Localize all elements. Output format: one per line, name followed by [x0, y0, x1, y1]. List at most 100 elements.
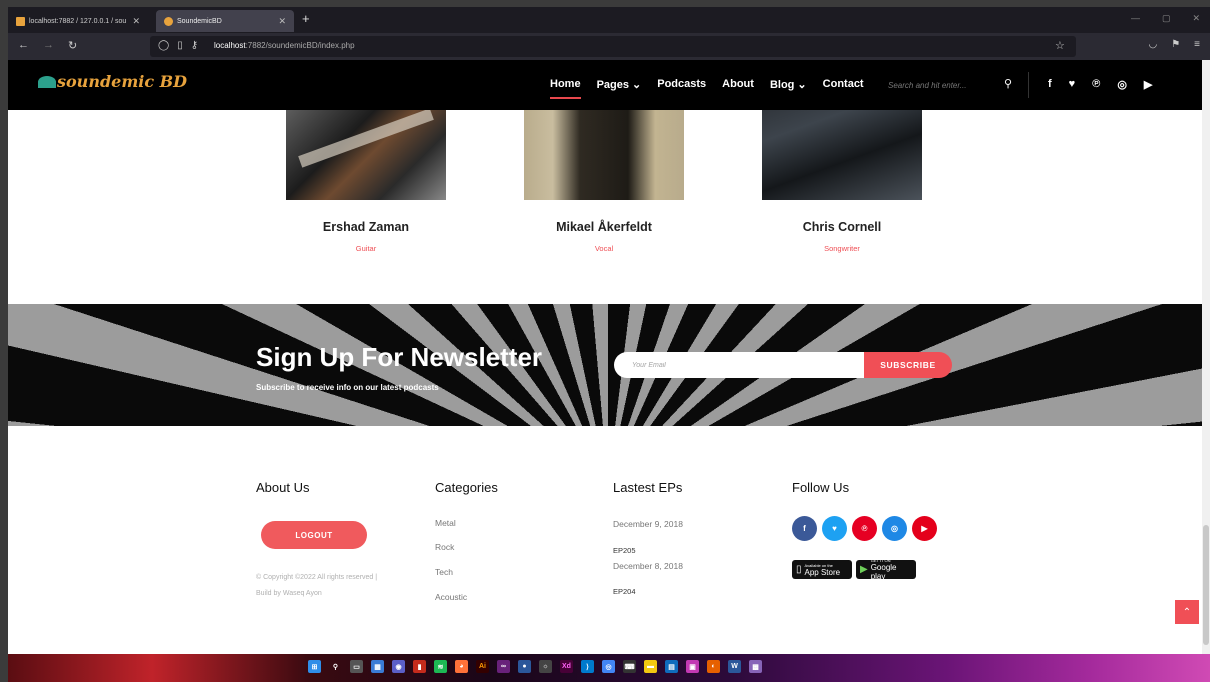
url-bar[interactable]: ◯ ▯ ⚷ localhost:7882/soundemicBD/index.p…: [150, 36, 1076, 57]
menu-item-blog[interactable]: Blog ⌄: [770, 78, 807, 91]
logo-mark-icon: [38, 76, 56, 88]
category-link-acoustic[interactable]: Acoustic: [435, 592, 467, 602]
member-role: Vocal: [594, 244, 614, 253]
instagram-icon[interactable]: ◎: [882, 516, 907, 541]
logout-button[interactable]: LOGOUT: [261, 521, 367, 549]
search-icon[interactable]: ⚲: [1004, 77, 1012, 90]
key-icon[interactable]: ⚷: [191, 40, 198, 51]
browser-toolbar: ← → ↻ ◯ ▯ ⚷ localhost:7882/soundemicBD/i…: [8, 33, 1210, 60]
browser-window: localhost:7882 / 127.0.0.1 / sou ✕ Sound…: [0, 0, 1210, 682]
member-name: Ershad Zaman: [322, 220, 410, 234]
phpmyadmin-icon: [16, 16, 25, 26]
episode-link[interactable]: EP204: [613, 587, 636, 596]
menu-item-about[interactable]: About: [722, 78, 754, 91]
tab-soundemicbd[interactable]: SoundemicBD ✕: [156, 10, 294, 32]
play-triangle-icon: ▶: [860, 564, 868, 575]
facebook-icon[interactable]: f: [792, 516, 817, 541]
email-field[interactable]: [614, 352, 876, 378]
app-store-text: Available on the App Store: [805, 563, 841, 577]
header-social-links: f ♥ ℗ ◎ ▶: [1048, 78, 1152, 91]
footer-follow-title: Follow Us: [792, 480, 850, 495]
vscode-icon[interactable]: ⟩: [581, 660, 594, 673]
tab-label: SoundemicBD: [177, 17, 222, 25]
member-name: Chris Cornell: [802, 220, 882, 234]
app-icon[interactable]: ▣: [686, 660, 699, 673]
search-icon[interactable]: ⚲: [329, 660, 342, 673]
windows-start-icon[interactable]: ⊞: [308, 660, 321, 673]
logo-text: soundemic BD: [57, 72, 188, 91]
obs-icon[interactable]: ●: [518, 660, 531, 673]
widgets-icon[interactable]: ▦: [371, 660, 384, 673]
window-close-icon[interactable]: ✕: [1192, 13, 1200, 24]
pinterest-icon[interactable]: ℗: [1092, 78, 1100, 91]
blender-icon[interactable]: ◐: [707, 660, 720, 673]
word-icon[interactable]: W: [728, 660, 741, 673]
page-icon[interactable]: ▯: [177, 40, 183, 51]
scroll-thumb[interactable]: [1203, 525, 1209, 645]
newsletter-section: Sign Up For Newsletter Subscribe to rece…: [8, 304, 1202, 426]
terminal-icon[interactable]: ⌨: [623, 660, 636, 673]
back-to-top-button[interactable]: ⌃: [1175, 600, 1199, 624]
site-favicon-icon: [164, 16, 173, 26]
maximize-icon[interactable]: ▢: [1162, 13, 1171, 24]
forward-icon[interactable]: →: [43, 39, 54, 52]
app-icon[interactable]: ☼: [539, 660, 552, 673]
taskbar-icons: ⊞ ⚲ ▭ ▦ ◉ ▮ ≋ ◕ Ai ∞ ● ☼ Xd ⟩ ◎ ⌨ ▬ ▤ ▣ …: [308, 660, 762, 673]
menu-item-contact[interactable]: Contact: [823, 78, 864, 91]
pocket-icon[interactable]: ◡: [1148, 39, 1157, 50]
chrome-icon[interactable]: ◎: [602, 660, 615, 673]
newsletter-form: SUBSCRIBE: [614, 352, 952, 378]
extension-icon[interactable]: ⚑: [1171, 39, 1180, 50]
close-icon[interactable]: ✕: [278, 16, 286, 27]
member-role: Songwriter: [824, 244, 860, 253]
task-view-icon[interactable]: ▭: [350, 660, 363, 673]
copyright-line: © Copyright ©2022 All rights reserved |: [256, 574, 378, 581]
tab-bar: localhost:7882 / 127.0.0.1 / sou ✕ Sound…: [8, 7, 1210, 33]
extension-icons: ◡ ⚑ ≡: [1148, 39, 1200, 50]
menu-item-pages[interactable]: Pages ⌄: [597, 78, 642, 91]
shield-icon[interactable]: ◯: [158, 40, 169, 51]
category-link-tech[interactable]: Tech: [435, 567, 453, 577]
footer-social-links: f ♥ ℗ ◎ ▶: [792, 516, 937, 541]
category-link-rock[interactable]: Rock: [435, 542, 454, 552]
minimize-icon[interactable]: —: [1131, 13, 1140, 24]
reload-icon[interactable]: ↻: [68, 39, 77, 52]
page-scrollbar[interactable]: [1202, 60, 1210, 654]
xd-icon[interactable]: Xd: [560, 660, 573, 673]
menu-item-home[interactable]: Home: [550, 78, 581, 99]
youtube-icon[interactable]: ▶: [912, 516, 937, 541]
menu-icon[interactable]: ≡: [1194, 39, 1200, 50]
back-icon[interactable]: ←: [18, 39, 29, 52]
twitter-icon[interactable]: ♥: [1069, 78, 1076, 91]
app-icon[interactable]: ▮: [413, 660, 426, 673]
calculator-icon[interactable]: ▤: [665, 660, 678, 673]
visual-studio-icon[interactable]: ∞: [497, 660, 510, 673]
facebook-icon[interactable]: f: [1048, 78, 1052, 91]
instagram-icon[interactable]: ◎: [1117, 78, 1127, 91]
episode-link[interactable]: EP205: [613, 546, 636, 555]
url-text[interactable]: localhost:7882/soundemicBD/index.php: [214, 41, 355, 50]
site-logo[interactable]: soundemic BD: [38, 72, 187, 91]
app-store-badge[interactable]: ▯ Available on the App Store: [792, 560, 852, 579]
category-link-metal[interactable]: Metal: [435, 518, 456, 528]
youtube-icon[interactable]: ▶: [1144, 78, 1152, 91]
tab-phpmyadmin[interactable]: localhost:7882 / 127.0.0.1 / sou ✕: [8, 10, 148, 32]
subscribe-button[interactable]: SUBSCRIBE: [864, 352, 952, 378]
file-explorer-icon[interactable]: ▬: [644, 660, 657, 673]
footer-categories-title: Categories: [435, 480, 498, 495]
new-tab-icon[interactable]: +: [302, 11, 310, 26]
twitter-icon[interactable]: ♥: [822, 516, 847, 541]
newsletter-title: Sign Up For Newsletter: [256, 342, 543, 372]
google-play-badge[interactable]: ▶ GET IT ON Google play: [856, 558, 916, 581]
search-input[interactable]: Search and hit enter...: [888, 81, 966, 90]
guitar-neck-shape: [298, 108, 434, 168]
bookmark-star-icon[interactable]: ☆: [1055, 39, 1065, 52]
close-icon[interactable]: ✕: [132, 16, 140, 27]
illustrator-icon[interactable]: Ai: [476, 660, 489, 673]
menu-item-podcasts[interactable]: Podcasts: [657, 78, 706, 91]
pinterest-icon[interactable]: ℗: [852, 516, 877, 541]
firefox-icon[interactable]: ◕: [455, 660, 468, 673]
app-icon[interactable]: ▩: [749, 660, 762, 673]
spotify-icon[interactable]: ≋: [434, 660, 447, 673]
chat-icon[interactable]: ◉: [392, 660, 405, 673]
